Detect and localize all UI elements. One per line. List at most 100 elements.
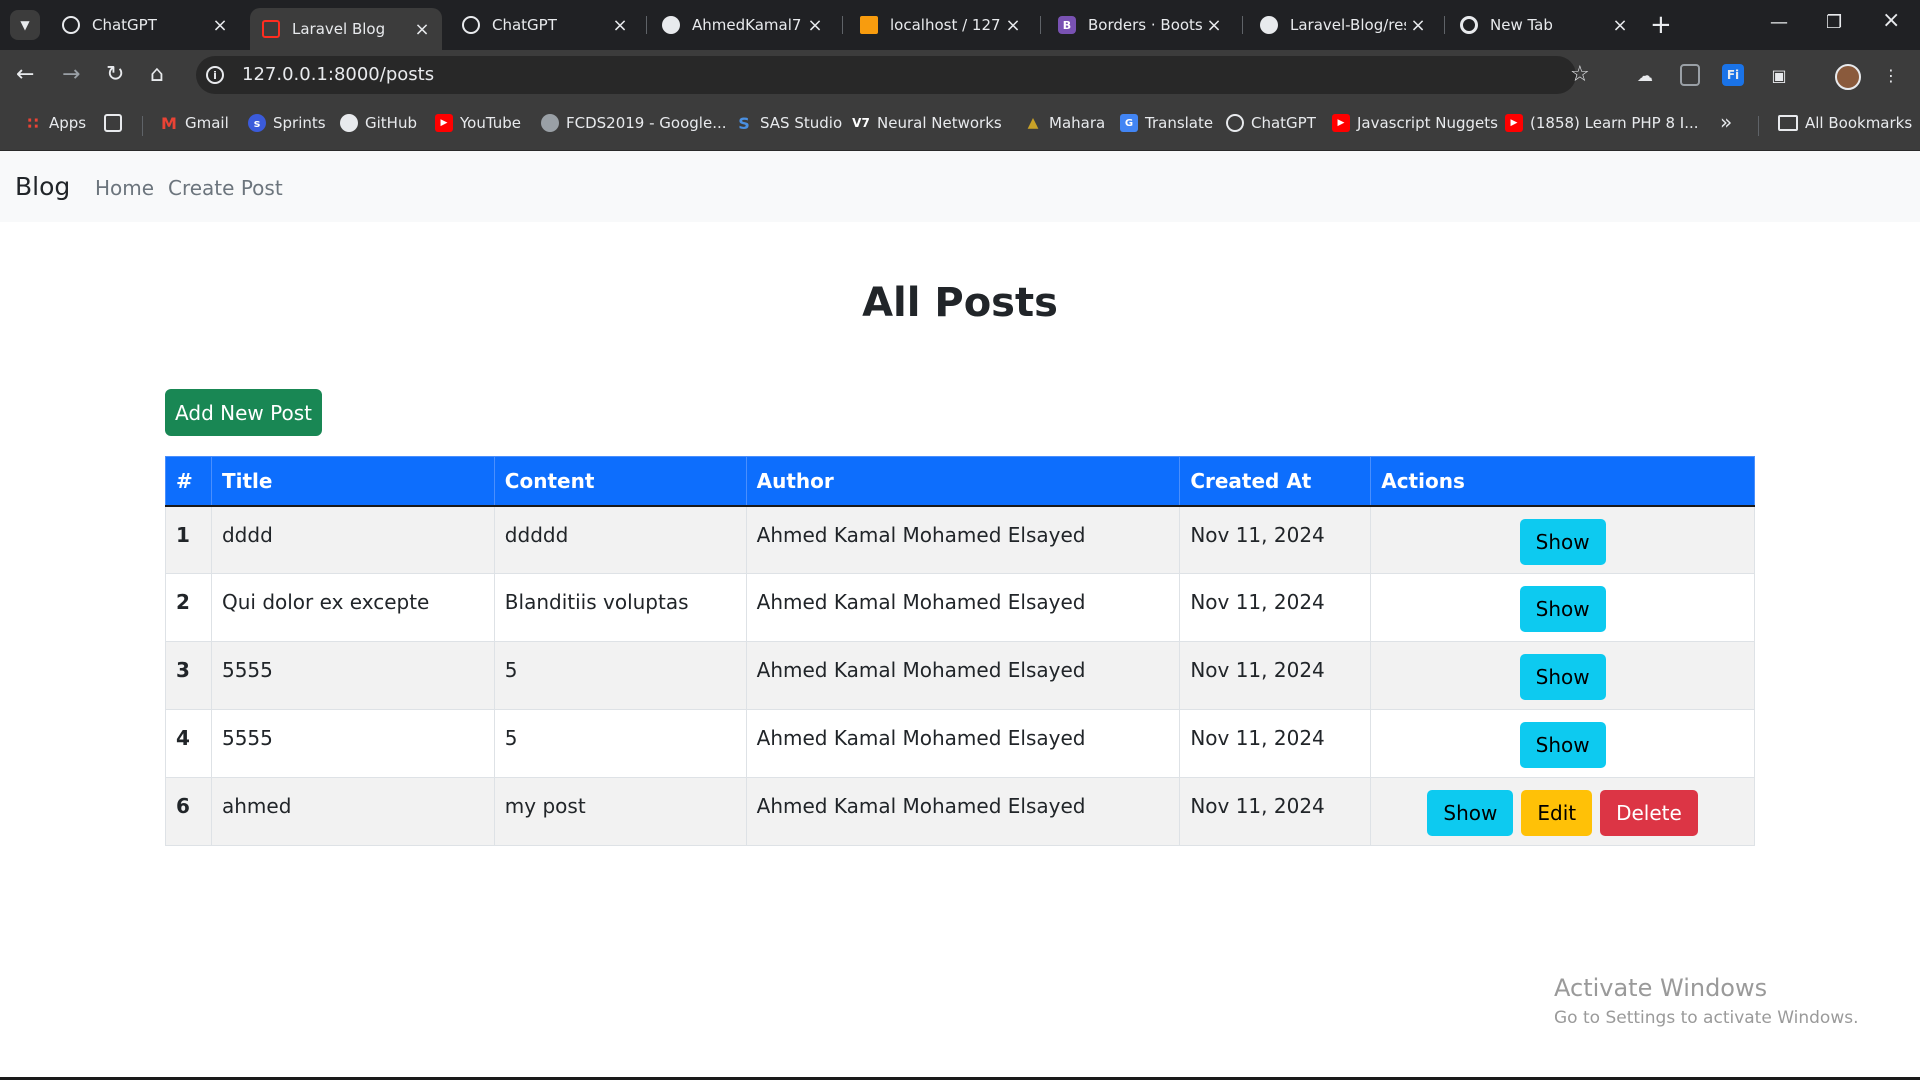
bookmark-chatgpt[interactable]: ChatGPT: [1226, 114, 1316, 132]
phpmyadmin-icon: [860, 16, 878, 34]
post-content: 5: [493, 641, 747, 710]
tab-search-menu[interactable]: ▼: [10, 10, 40, 40]
post-content: 5: [493, 709, 747, 778]
bookmark-sprints[interactable]: s Sprints: [248, 114, 326, 132]
more-menu-icon[interactable]: ⋮: [1880, 64, 1902, 86]
tab-label: ChatGPT: [492, 16, 557, 34]
table-row: 4 5555 5 Ahmed Kamal Mohamed Elsayed Nov…: [165, 709, 1755, 778]
edit-button[interactable]: Edit: [1521, 790, 1593, 836]
home-icon[interactable]: ⌂: [150, 62, 164, 88]
url-text[interactable]: 127.0.0.1:8000/posts: [242, 64, 434, 85]
close-icon[interactable]: ×: [803, 15, 827, 36]
post-content: my post: [493, 777, 747, 846]
post-title: Qui dolor ex excepte: [210, 573, 495, 642]
back-icon[interactable]: ←: [16, 62, 34, 88]
bookmark-youtube[interactable]: ▶ YouTube: [435, 114, 521, 132]
close-icon[interactable]: ×: [608, 15, 632, 36]
tab-label: Borders · Bootstr: [1088, 16, 1202, 34]
show-button[interactable]: Show: [1519, 654, 1606, 700]
browser-tab[interactable]: ChatGPT ×: [50, 8, 240, 42]
bookmark-label: Javascript Nuggets: [1357, 114, 1498, 132]
sprints-icon: s: [248, 114, 266, 132]
bookmark-label: GitHub: [365, 114, 417, 132]
post-title: ahmed: [210, 777, 495, 846]
show-button[interactable]: Show: [1519, 518, 1606, 565]
gmail-icon: M: [161, 113, 177, 133]
new-tab-button[interactable]: +: [1650, 12, 1672, 38]
browser-tab[interactable]: B Borders · Bootstr ×: [1046, 8, 1234, 42]
close-icon[interactable]: ×: [1202, 15, 1226, 36]
close-icon[interactable]: ×: [1001, 15, 1025, 36]
nav-link-create-post[interactable]: Create Post: [168, 176, 283, 200]
close-icon[interactable]: ×: [410, 19, 434, 40]
extensions-puzzle-icon[interactable]: ▣: [1768, 64, 1790, 86]
post-created-at: Nov 11, 2024: [1179, 505, 1372, 574]
bootstrap-icon: B: [1058, 16, 1076, 34]
post-created-at: Nov 11, 2024: [1179, 709, 1372, 778]
tab-separator: [1242, 16, 1243, 34]
tab-groups-button[interactable]: [104, 114, 129, 132]
show-button[interactable]: Show: [1519, 586, 1606, 632]
browser-tab[interactable]: Laravel-Blog/res ×: [1248, 8, 1438, 42]
extension-doc-icon[interactable]: [1680, 64, 1700, 86]
bookmark-javascript-nuggets[interactable]: ▶ Javascript Nuggets: [1332, 114, 1498, 132]
github-icon: [1260, 16, 1278, 34]
close-window-icon[interactable]: ×: [1882, 8, 1900, 33]
column-header-author: Author: [745, 456, 1181, 507]
nav-link-home[interactable]: Home: [95, 176, 154, 200]
close-icon[interactable]: ×: [1406, 15, 1430, 36]
extension-fi-icon[interactable]: Fi: [1722, 64, 1744, 86]
bookmark-apps[interactable]: ∷ Apps: [24, 114, 87, 133]
chrome-icon: [1460, 16, 1478, 34]
close-icon[interactable]: ×: [1608, 15, 1632, 36]
browser-tab[interactable]: AhmedKamal71/ ×: [650, 8, 835, 42]
bookmark-neural-networks[interactable]: V7 Neural Networks: [852, 114, 1002, 132]
bookmark-translate[interactable]: G Translate: [1120, 114, 1213, 132]
tab-label: Laravel-Blog/res: [1290, 16, 1406, 34]
show-button[interactable]: Show: [1427, 790, 1514, 836]
extension-cloud-icon[interactable]: ☁: [1634, 64, 1656, 86]
browser-tab-active[interactable]: Laravel Blog ×: [250, 8, 442, 50]
bookmark-star-icon[interactable]: ☆: [1570, 62, 1590, 87]
bookmark-gmail[interactable]: M Gmail: [160, 113, 229, 133]
posts-table: # Title Content Author Created At Action…: [165, 456, 1755, 846]
browser-tab[interactable]: localhost / 127.0 ×: [848, 8, 1033, 42]
profile-avatar[interactable]: [1835, 64, 1861, 90]
bookmark-github[interactable]: GitHub: [340, 114, 417, 132]
navbar-brand[interactable]: Blog: [15, 172, 70, 201]
table-row: 2 Qui dolor ex excepte Blanditiis volupt…: [165, 573, 1755, 642]
bookmark-fcds2019[interactable]: FCDS2019 - Google...: [541, 114, 727, 132]
browser-tab[interactable]: ChatGPT ×: [450, 8, 640, 42]
bookmark-label: Neural Networks: [877, 114, 1002, 132]
post-author: Ahmed Kamal Mohamed Elsayed: [745, 641, 1181, 710]
bookmark-mahara[interactable]: ▲ Mahara: [1024, 114, 1106, 132]
close-icon[interactable]: ×: [208, 15, 232, 36]
bookmark-label: ChatGPT: [1251, 114, 1316, 132]
delete-button[interactable]: Delete: [1600, 790, 1698, 836]
tab-label: localhost / 127.0: [890, 16, 1001, 34]
forward-icon[interactable]: →: [62, 62, 80, 88]
chatgpt-icon: [1226, 114, 1244, 132]
restore-icon[interactable]: ❐: [1826, 12, 1842, 33]
bookmark-label: Sprints: [273, 114, 326, 132]
add-new-post-button[interactable]: Add New Post: [165, 389, 322, 436]
bookmark-label: Mahara: [1049, 114, 1106, 132]
bookmark-label: Gmail: [185, 114, 229, 132]
all-bookmarks-button[interactable]: All Bookmarks: [1778, 114, 1912, 132]
site-info-icon[interactable]: i: [206, 66, 224, 84]
github-icon: [340, 114, 358, 132]
bookmark-label: Apps: [49, 114, 87, 132]
reload-icon[interactable]: ↻: [106, 62, 124, 88]
watermark-title: Activate Windows: [1554, 974, 1768, 1002]
column-header-content: Content: [493, 456, 747, 507]
minimize-icon[interactable]: —: [1770, 12, 1788, 33]
bookmark-separator: [142, 116, 143, 136]
browser-tab[interactable]: New Tab ×: [1448, 8, 1640, 42]
bookmark-sas-studio[interactable]: S SAS Studio: [735, 114, 842, 133]
more-bookmarks-icon[interactable]: »: [1720, 110, 1732, 134]
bookmark-separator: [1758, 116, 1759, 136]
show-button[interactable]: Show: [1519, 722, 1606, 768]
youtube-icon: ▶: [435, 114, 453, 132]
bookmark-learn-php[interactable]: ▶ (1858) Learn PHP 8 I...: [1505, 114, 1699, 132]
tab-separator: [842, 16, 843, 34]
